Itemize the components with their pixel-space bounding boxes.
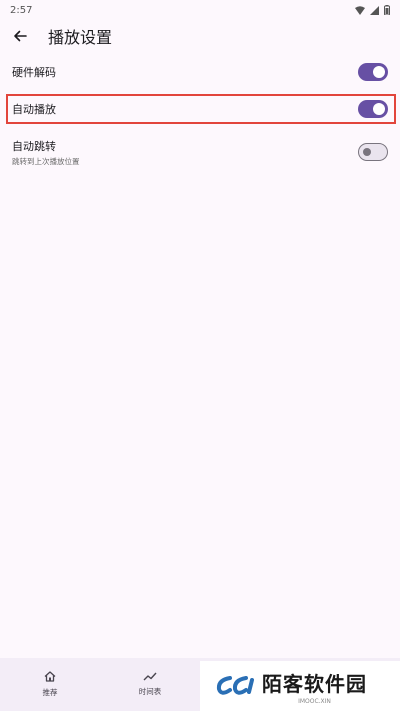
watermark-logo-icon (216, 676, 254, 695)
nav-label: 时间表 (138, 687, 162, 696)
toggle-knob (363, 147, 371, 156)
watermark-text: 陌客软件园 (262, 671, 367, 696)
back-button[interactable] (0, 20, 40, 52)
home-icon (44, 671, 56, 682)
signal-icon (370, 5, 379, 15)
nav-label: 推荐 (42, 688, 58, 697)
watermark-subtext: IMOOC.XIN (298, 697, 331, 705)
setting-label: 自动播放 (12, 103, 56, 116)
setting-row-autoplay[interactable]: 自动播放 (0, 91, 400, 127)
toggle-knob (373, 66, 385, 78)
app-bar: 播放设置 (0, 20, 400, 52)
wifi-icon (355, 5, 365, 15)
battery-icon (384, 5, 390, 15)
setting-row-auto-seek[interactable]: 自动跳转 跳转到上次播放位置 (0, 134, 400, 170)
auto-seek-toggle[interactable] (358, 143, 388, 161)
setting-row-hardware-decode[interactable]: 硬件解码 (0, 54, 400, 90)
arrow-back-icon (14, 30, 27, 42)
trend-icon (143, 672, 157, 681)
watermark: 陌客软件园 IMOOC.XIN (200, 661, 400, 711)
page-title: 播放设置 (48, 28, 113, 47)
setting-label: 自动跳转 (12, 139, 56, 153)
autoplay-toggle[interactable] (358, 100, 388, 118)
hardware-decode-toggle[interactable] (358, 63, 388, 81)
status-time: 2:57 (10, 4, 33, 16)
setting-description: 跳转到上次播放位置 (12, 156, 80, 166)
status-icons (355, 5, 390, 15)
nav-item-recommend[interactable]: 推荐 (0, 658, 100, 711)
status-bar: 2:57 (0, 0, 400, 20)
toggle-knob (373, 103, 385, 115)
setting-label: 硬件解码 (12, 66, 56, 79)
nav-item-schedule[interactable]: 时间表 (100, 658, 200, 711)
